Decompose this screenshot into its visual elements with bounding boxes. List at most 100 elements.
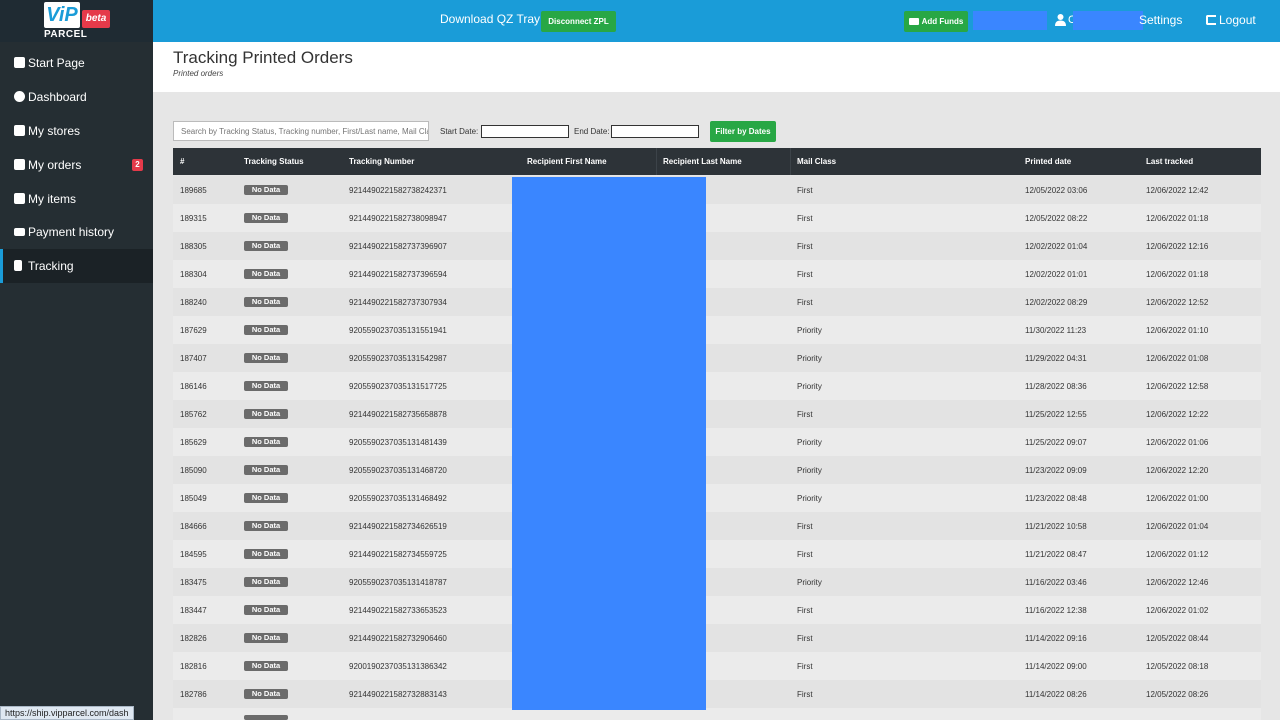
status-badge: No Data	[244, 241, 288, 251]
table-row[interactable]: 188304 No Data 9214490221582737396594 Fi…	[173, 260, 1261, 288]
store-icon	[14, 125, 25, 136]
cell-last-tracked: 12/06/2022 12:46	[1146, 578, 1209, 587]
logout-label: Logout	[1219, 13, 1256, 27]
cell-tracking-number[interactable]: 9214490221582732906460	[349, 634, 447, 643]
cell-mail-class: First	[797, 550, 813, 559]
logo-parcel-text: PARCEL	[44, 29, 88, 40]
cell-printed-date: 11/21/2022 10:58	[1025, 522, 1087, 531]
cell-last-tracked: 12/06/2022 01:00	[1146, 494, 1209, 503]
column-header-mail-class[interactable]: Mail Class	[797, 157, 836, 166]
cell-printed-date: 11/21/2022 08:47	[1025, 550, 1087, 559]
table-row[interactable]: 189315 No Data 9214490221582738098947 Fi…	[173, 204, 1261, 232]
column-header-tracking-number[interactable]: Tracking Number	[349, 157, 414, 166]
cell-tracking-number[interactable]: 9214490221582735658878	[349, 410, 447, 419]
table-row[interactable]: 185629 No Data 9205590237035131481439 Pr…	[173, 428, 1261, 456]
cell-id: 187629	[180, 326, 207, 335]
table-row[interactable]: 188305 No Data 9214490221582737396907 Fi…	[173, 232, 1261, 260]
column-header-last-tracked[interactable]: Last tracked	[1146, 157, 1193, 166]
end-date-input[interactable]	[611, 125, 699, 138]
cell-mail-class: Priority	[797, 466, 822, 475]
cell-tracking-number[interactable]: 9205590237035131517725	[349, 382, 447, 391]
sidebar-item-my-orders[interactable]: My orders 2	[0, 148, 153, 182]
cell-tracking-number[interactable]: 9200190237035131386342	[349, 662, 447, 671]
cell-printed-date: 11/16/2022 12:38	[1025, 606, 1087, 615]
column-header-printed-date[interactable]: Printed date	[1025, 157, 1071, 166]
sidebar-item-dashboard[interactable]: Dashboard	[0, 80, 153, 114]
column-header-tracking-status[interactable]: Tracking Status	[244, 157, 304, 166]
table-row[interactable]: 187407 No Data 9205590237035131542987 Pr…	[173, 344, 1261, 372]
cell-id: 182816	[180, 662, 207, 671]
settings-link[interactable]: Settings	[1139, 13, 1182, 27]
table-row[interactable]: 184595 No Data 9214490221582734559725 Fi…	[173, 540, 1261, 568]
sidebar-item-label: My stores	[28, 124, 81, 138]
cell-tracking-number[interactable]: 9214490221582732883143	[349, 690, 447, 699]
table-row[interactable]: 183475 No Data 9205590237035131418787 Pr…	[173, 568, 1261, 596]
column-header-id[interactable]: #	[180, 157, 184, 166]
start-date-input[interactable]	[481, 125, 569, 138]
download-qz-tray-link[interactable]: Download QZ Tray	[440, 12, 540, 26]
table-row[interactable]: 185049 No Data 9205590237035131468492 Pr…	[173, 484, 1261, 512]
cell-tracking-number[interactable]: 9205590237035131542987	[349, 354, 447, 363]
cell-tracking-number[interactable]: 9214490221582738098947	[349, 214, 447, 223]
cell-tracking-number[interactable]: 9214490221582738242371	[349, 186, 447, 195]
cell-tracking-number[interactable]: 9214490221582734559725	[349, 550, 447, 559]
cell-printed-date: 11/29/2022 04:31	[1025, 354, 1087, 363]
sidebar-item-label: Tracking	[28, 259, 74, 273]
table-row[interactable]: 188240 No Data 9214490221582737307934 Fi…	[173, 288, 1261, 316]
cell-tracking-number[interactable]: 9205590237035131468492	[349, 494, 447, 503]
sidebar-item-start-page[interactable]: Start Page	[0, 46, 153, 80]
cell-tracking-number[interactable]: 9214490221582737396907	[349, 242, 447, 251]
column-header-last-name[interactable]: Recipient Last Name	[663, 157, 742, 166]
cell-last-tracked: 12/05/2022 08:18	[1146, 662, 1209, 671]
cell-id: 187407	[180, 354, 207, 363]
table-row[interactable]	[173, 708, 1261, 720]
cell-mail-class: First	[797, 634, 813, 643]
table-row[interactable]: 185762 No Data 9214490221582735658878 Fi…	[173, 400, 1261, 428]
table-row[interactable]: 187629 No Data 9205590237035131551941 Pr…	[173, 316, 1261, 344]
cell-tracking-number[interactable]: 9205590237035131418787	[349, 578, 447, 587]
table-row[interactable]: 182816 No Data 9200190237035131386342 Fi…	[173, 652, 1261, 680]
filter-by-dates-button[interactable]: Filter by Dates	[710, 121, 776, 142]
cell-tracking-number[interactable]: 9214490221582733653523	[349, 606, 447, 615]
sidebar-item-payment-history[interactable]: Payment history	[0, 215, 153, 249]
search-input[interactable]	[173, 121, 429, 141]
disconnect-zpl-button[interactable]: Disconnect ZPL	[541, 11, 616, 32]
page-title: Tracking Printed Orders	[173, 48, 353, 67]
cell-last-tracked: 12/06/2022 01:06	[1146, 438, 1209, 447]
table-row[interactable]: 182826 No Data 9214490221582732906460 Fi…	[173, 624, 1261, 652]
cell-id: 183475	[180, 578, 207, 587]
sidebar-item-my-items[interactable]: My items	[0, 182, 153, 216]
sidebar-item-tracking[interactable]: Tracking	[0, 249, 153, 283]
sidebar-item-label: My orders	[28, 158, 82, 172]
cell-mail-class: First	[797, 242, 813, 251]
cell-tracking-number[interactable]: 9205590237035131481439	[349, 438, 447, 447]
cell-mail-class: Priority	[797, 578, 822, 587]
cell-last-tracked: 12/06/2022 01:02	[1146, 606, 1209, 615]
cell-id: 184666	[180, 522, 207, 531]
table-row[interactable]: 184666 No Data 9214490221582734626519 Fi…	[173, 512, 1261, 540]
column-header-first-name[interactable]: Recipient First Name	[527, 157, 607, 166]
cell-tracking-number[interactable]: 9214490221582734626519	[349, 522, 447, 531]
status-badge: No Data	[244, 325, 288, 335]
table-row[interactable]: 186146 No Data 9205590237035131517725 Pr…	[173, 372, 1261, 400]
cell-id: 188305	[180, 242, 207, 251]
start-date-label: Start Date:	[440, 127, 479, 136]
logout-link[interactable]: Logout	[1206, 13, 1256, 27]
cell-tracking-number[interactable]: 9205590237035131551941	[349, 326, 447, 335]
logo[interactable]: ViP beta PARCEL	[0, 0, 153, 42]
cell-tracking-number[interactable]: 9205590237035131468720	[349, 466, 447, 475]
clipboard-icon	[14, 57, 25, 68]
table-row[interactable]: 185090 No Data 9205590237035131468720 Pr…	[173, 456, 1261, 484]
cell-id: 188240	[180, 298, 207, 307]
redacted-recipient-names	[512, 177, 706, 710]
page-header: Tracking Printed Orders Printed orders	[153, 42, 1280, 92]
cell-printed-date: 12/02/2022 08:29	[1025, 298, 1088, 307]
table-row[interactable]: 189685 No Data 9214490221582738242371 Fi…	[173, 176, 1261, 204]
table-row[interactable]: 182786 No Data 9214490221582732883143 Fi…	[173, 680, 1261, 708]
cell-tracking-number[interactable]: 9214490221582737307934	[349, 298, 447, 307]
cell-printed-date: 11/25/2022 09:07	[1025, 438, 1087, 447]
add-funds-button[interactable]: Add Funds	[904, 11, 968, 32]
sidebar-item-my-stores[interactable]: My stores	[0, 114, 153, 148]
table-row[interactable]: 183447 No Data 9214490221582733653523 Fi…	[173, 596, 1261, 624]
cell-tracking-number[interactable]: 9214490221582737396594	[349, 270, 447, 279]
